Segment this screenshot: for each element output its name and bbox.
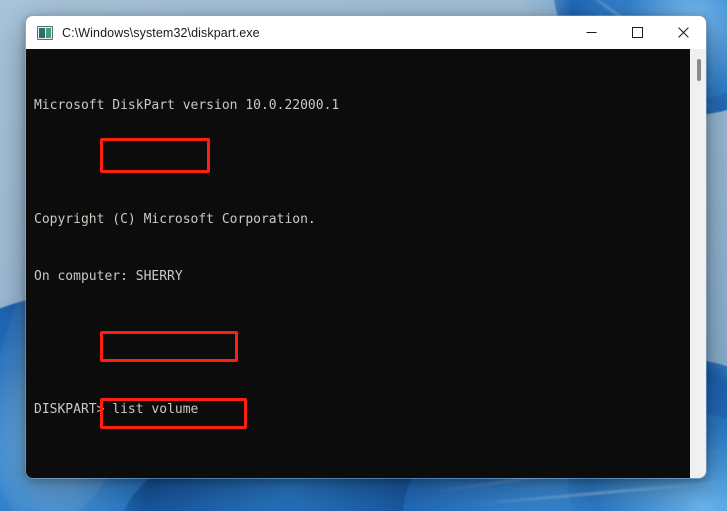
minimize-icon[interactable] xyxy=(568,16,614,49)
close-icon[interactable] xyxy=(660,16,706,49)
console-line-copyright: Copyright (C) Microsoft Corporation. xyxy=(34,212,316,227)
diskpart-window: C:\Windows\system32\diskpart.exe Microso… xyxy=(25,15,707,479)
console-app-icon xyxy=(37,25,53,40)
console-prompt-line-list-volume: DISKPART> list volume xyxy=(34,400,689,419)
titlebar-left-group: C:\Windows\system32\diskpart.exe xyxy=(26,25,568,40)
window-title: C:\Windows\system32\diskpart.exe xyxy=(62,25,260,40)
command-text-list-volume: list volume xyxy=(112,402,199,417)
console-line-version: Microsoft DiskPart version 10.0.22000.1 xyxy=(34,98,340,113)
scrollbar-thumb[interactable] xyxy=(697,59,701,81)
window-titlebar[interactable]: C:\Windows\system32\diskpart.exe xyxy=(26,16,706,49)
maximize-icon[interactable] xyxy=(614,16,660,49)
prompt-label: DISKPART> xyxy=(34,402,105,417)
console-output[interactable]: Microsoft DiskPart version 10.0.22000.1 … xyxy=(26,49,689,478)
window-controls xyxy=(568,16,706,49)
console-scrollbar[interactable] xyxy=(689,49,706,478)
console-area: Microsoft DiskPart version 10.0.22000.1 … xyxy=(26,49,706,478)
console-line-computer: On computer: SHERRY xyxy=(34,269,183,284)
